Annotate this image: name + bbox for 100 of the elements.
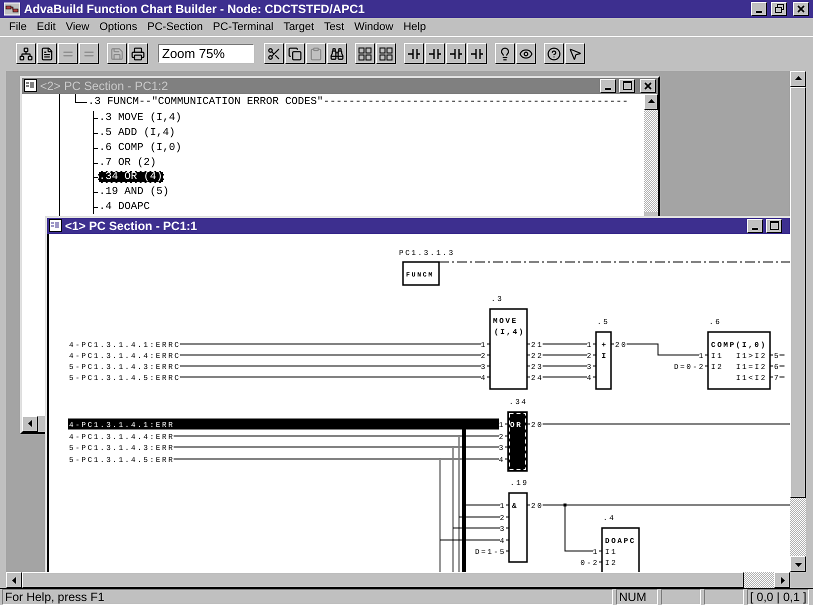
lightbulb-icon <box>498 46 512 61</box>
vertical-scrollbar[interactable] <box>790 70 806 572</box>
down-arrow-icon <box>794 560 802 568</box>
tree-item[interactable]: .19 AND (5) <box>98 186 170 198</box>
toolbar-button[interactable] <box>37 43 57 64</box>
toolbar-button[interactable] <box>285 43 305 64</box>
status-pane <box>661 589 701 605</box>
scroll-up-button[interactable] <box>790 70 806 87</box>
zoom-field[interactable]: Zoom 75% <box>158 44 254 64</box>
contact-icon <box>449 46 463 61</box>
function-block[interactable] <box>489 308 528 390</box>
copy-icon <box>288 46 302 61</box>
cut-icon <box>267 46 281 61</box>
menu-item[interactable]: View <box>60 20 94 33</box>
toolbar-button[interactable] <box>355 43 375 64</box>
function-block[interactable] <box>707 331 771 390</box>
menu-item[interactable]: Test <box>319 20 350 33</box>
wire <box>598 561 602 562</box>
wire <box>526 376 530 378</box>
wire <box>592 365 596 366</box>
function-block[interactable] <box>595 331 612 390</box>
wire <box>542 365 588 366</box>
toolbar-button[interactable] <box>425 43 445 64</box>
toolbar-button[interactable] <box>495 43 515 64</box>
wire <box>704 365 708 366</box>
toolbar-button[interactable] <box>446 43 466 64</box>
wire <box>486 343 490 344</box>
restore-icon <box>774 4 784 14</box>
minimize-icon <box>605 88 611 90</box>
wire <box>542 354 588 356</box>
grid-icon <box>358 46 372 61</box>
toolbar-button[interactable] <box>16 43 36 64</box>
toolbar-button[interactable] <box>516 43 536 64</box>
close-button[interactable] <box>640 78 656 93</box>
tree-item[interactable]: .5 ADD (I,4) <box>98 127 176 140</box>
status-indicator: NUM <box>619 590 646 604</box>
wire <box>610 343 614 344</box>
menu-item[interactable]: Target <box>278 20 320 33</box>
toolbar-button[interactable] <box>376 43 396 64</box>
window-title: AdvaBuild Function Chart Builder - Node: CDCTSTFD/APC1 <box>24 2 366 16</box>
function-block[interactable] <box>507 411 528 472</box>
wire <box>526 354 530 356</box>
minimize-button[interactable] <box>747 218 763 233</box>
toolbar-button[interactable] <box>404 43 424 64</box>
up-arrow-icon <box>794 75 802 82</box>
scroll-thumb[interactable] <box>790 86 806 498</box>
tree-item[interactable]: .7 OR (2) <box>98 156 158 169</box>
tree-item[interactable]: .3 FUNCM--"COMMUNICATION ERROR CODES"------------------------------------------------ <box>87 96 630 108</box>
scroll-left-button[interactable] <box>22 416 38 432</box>
wire <box>542 376 588 378</box>
scroll-left-button[interactable] <box>6 572 22 588</box>
restore-button[interactable] <box>771 2 787 16</box>
toolbar-button[interactable] <box>128 43 148 64</box>
minimize-button[interactable] <box>600 78 616 93</box>
toolbar-button[interactable] <box>565 43 585 64</box>
tree-item[interactable]: .6 COMP (I,0) <box>98 142 183 154</box>
tree-item[interactable]: .34 OR (4) <box>98 171 164 184</box>
wire <box>486 365 490 366</box>
menu-item[interactable]: PC-Terminal <box>208 20 278 33</box>
contact-icon <box>428 46 442 61</box>
cursor-position: [ 0,0 | 0,1 ] <box>750 590 806 604</box>
wire <box>592 354 596 356</box>
contact-icon <box>470 46 484 61</box>
wire <box>592 376 596 378</box>
menu-item[interactable]: Options <box>94 20 142 33</box>
tree-item[interactable]: .3 MOVE (I,4) <box>98 112 183 124</box>
menu-item[interactable]: Help <box>398 20 431 33</box>
right-arrow-icon <box>778 576 786 584</box>
wire <box>506 550 510 552</box>
menu-item[interactable]: Edit <box>32 20 61 33</box>
wire <box>704 354 708 356</box>
scroll-right-button[interactable] <box>774 572 790 588</box>
wire <box>504 458 508 460</box>
toolbar-button[interactable] <box>327 43 347 64</box>
function-block[interactable] <box>508 492 528 563</box>
function-block[interactable] <box>402 261 440 286</box>
wire <box>486 354 490 356</box>
scroll-up-button[interactable] <box>644 94 658 110</box>
toolbar-button[interactable] <box>264 43 284 64</box>
menu-item[interactable]: PC-Section <box>142 20 208 33</box>
wire <box>506 527 510 528</box>
maximize-button[interactable] <box>619 78 635 93</box>
minimize-button[interactable] <box>751 2 767 16</box>
status-pane <box>704 589 744 605</box>
toolbar-button[interactable] <box>544 43 564 64</box>
scrollbar[interactable] <box>644 94 658 212</box>
menu-item[interactable]: Window <box>349 20 398 33</box>
tree-item[interactable]: .4 DOAPC <box>98 201 151 214</box>
save-icon <box>110 46 124 61</box>
maximize-button[interactable] <box>766 218 782 233</box>
function-block[interactable] <box>601 527 640 572</box>
wire <box>598 550 602 552</box>
menu-item[interactable]: File <box>4 20 32 33</box>
close-button[interactable] <box>793 2 809 16</box>
help-icon <box>547 46 561 61</box>
scroll-down-button[interactable] <box>790 556 806 572</box>
toolbar-button[interactable] <box>467 43 487 64</box>
wire <box>504 435 508 436</box>
close-icon <box>797 4 805 13</box>
wire <box>506 516 510 518</box>
